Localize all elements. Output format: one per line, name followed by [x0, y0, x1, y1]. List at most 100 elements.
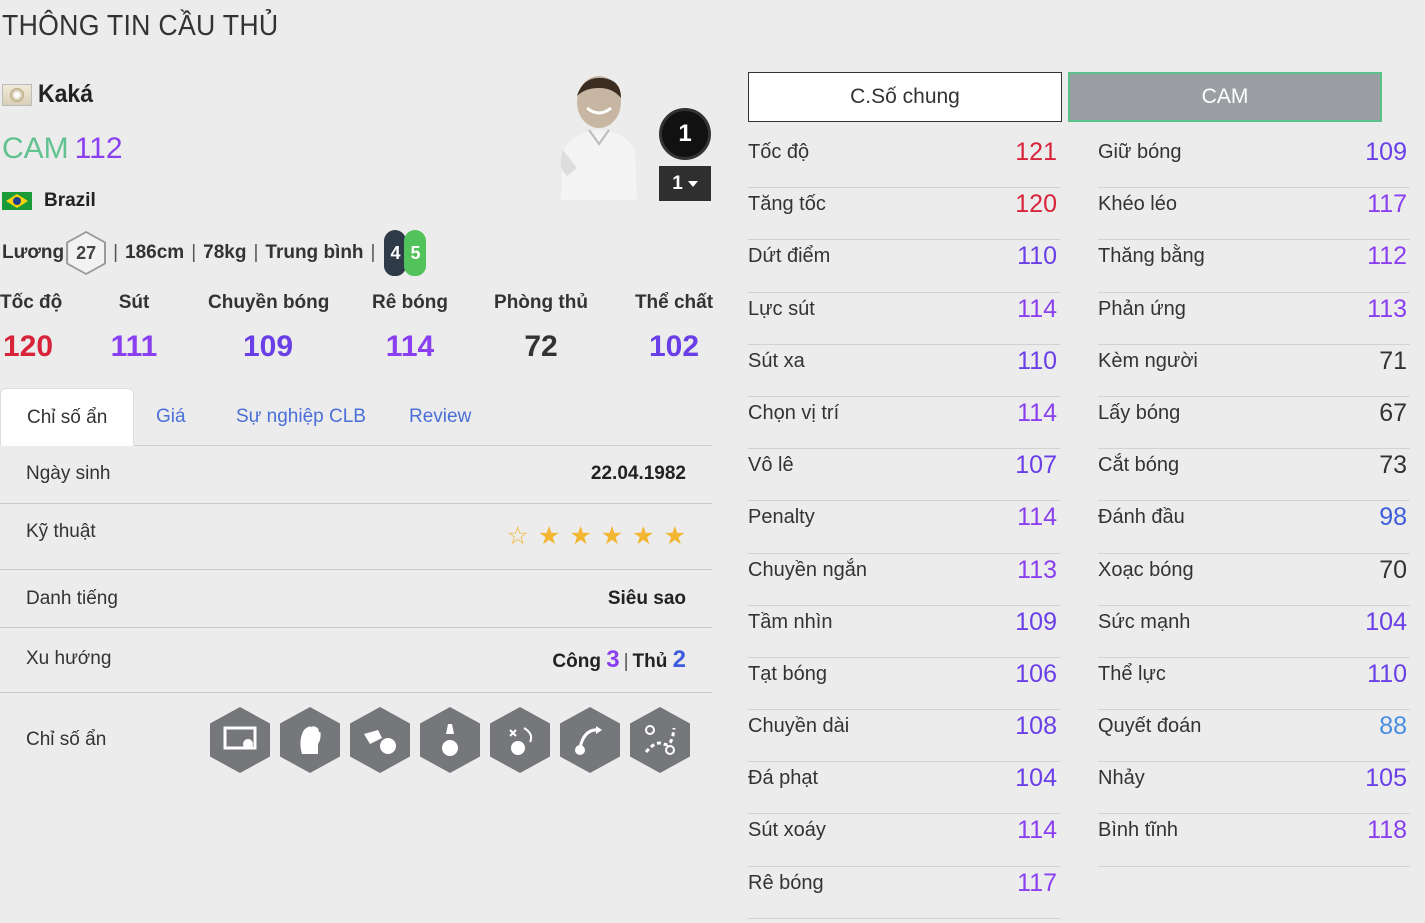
stats-column-left: Tốc độ 121 Tăng tốc 120 Dứt điểm 110 Lực sút 11… [748, 136, 1060, 919]
stat-value: 114 [1017, 398, 1057, 427]
summary-shooting: Sút 111 [110, 292, 158, 363]
stat-value: 109 [1365, 138, 1407, 166]
stat-value: 109 [1015, 607, 1057, 636]
salary-badge: 27 [66, 231, 107, 275]
speed-dribbler-icon[interactable] [350, 707, 410, 773]
foot-rating: 4 5 [384, 230, 427, 276]
work-rate-label: Xu hướng [26, 648, 112, 669]
stat-value: 114 [1017, 294, 1057, 323]
summary-passing: Chuyền bóng 109 [208, 292, 330, 363]
grade-dropdown[interactable]: 1 [659, 166, 711, 201]
stat-row: Thăng bằng 112 [1098, 240, 1410, 293]
left-foot-icon: 4 [384, 230, 407, 276]
stat-value: 114 [1017, 816, 1057, 845]
stat-value: 108 [1015, 712, 1057, 741]
long-shot-icon[interactable] [560, 707, 620, 773]
technical-dribbler-icon[interactable] [490, 707, 550, 773]
stat-name: Chuyền ngắn [748, 558, 867, 581]
stat-value: 88 [1379, 712, 1407, 741]
tab-position-stats[interactable]: CAM [1068, 72, 1382, 122]
tab-review[interactable]: Review [409, 388, 471, 446]
power-header-icon[interactable] [420, 707, 480, 773]
stat-row: Bình tĩnh 118 [1098, 814, 1410, 867]
stat-row: Quyết đoán 88 [1098, 710, 1410, 763]
stat-name: Rê bóng [748, 871, 824, 894]
summary-physical: Thể chất 102 [634, 292, 714, 363]
playmaker-icon[interactable] [630, 707, 690, 773]
grade-badge: 1 [659, 108, 711, 160]
fame-value: Siêu sao [607, 588, 686, 609]
stat-value: 113 [1367, 294, 1407, 323]
stat-value: 117 [1367, 190, 1407, 219]
stat-row: Vô lê 107 [748, 449, 1060, 502]
fame-label: Danh tiếng [26, 588, 118, 609]
stat-row: Rê bóng 117 [748, 867, 1060, 919]
stat-value: 98 [1379, 503, 1407, 532]
stat-name: Lấy bóng [1098, 401, 1181, 424]
stat-value: 104 [1365, 607, 1407, 636]
stat-row: Cắt bóng 73 [1098, 449, 1410, 502]
stat-row: Dứt điểm 110 [748, 240, 1060, 293]
stat-row: Thể lực 110 [1098, 658, 1410, 711]
stat-name: Quyết đoán [1098, 715, 1202, 738]
star-empty-icon: ☆ [506, 522, 529, 550]
stat-row: Đánh đầu 98 [1098, 501, 1410, 554]
finesse-shot-icon[interactable] [210, 707, 270, 773]
stat-row: Xoạc bóng 70 [1098, 554, 1410, 606]
stat-value: 110 [1017, 346, 1057, 375]
stat-row: Nhảy 105 [1098, 762, 1410, 815]
stat-value: 114 [1017, 503, 1057, 532]
stat-row: Kèm người 71 [1098, 345, 1410, 397]
stat-row: Penalty 114 [748, 501, 1060, 554]
stat-name: Dứt điểm [748, 245, 831, 268]
tab-club-career[interactable]: Sự nghiệp CLB [236, 388, 366, 446]
work-rate-value: Công 3 | Thủ 2 [552, 646, 686, 673]
stat-name: Lực sút [748, 297, 815, 320]
trait-icons [210, 707, 690, 773]
stat-value: 71 [1379, 346, 1407, 375]
nation-name: Brazil [44, 190, 96, 211]
stat-value: 121 [1015, 138, 1057, 166]
skill-label: Kỹ thuật [26, 521, 96, 542]
stat-row: Lực sút 114 [748, 293, 1060, 345]
summary-dribbling: Rê bóng 114 [372, 292, 448, 363]
tab-general-stats[interactable]: C.Số chung [748, 72, 1062, 122]
stat-name: Chọn vị trí [748, 401, 840, 424]
caret-down-icon [687, 180, 698, 187]
tab-hidden-stats[interactable]: Chỉ số ẩn [0, 388, 135, 446]
stats-column-right: Giữ bóng 109 Khéo léo 117 Thăng bằng 112 Phản … [1098, 136, 1410, 867]
player-weight: 78kg [203, 242, 247, 263]
flair-icon[interactable] [280, 707, 340, 773]
stat-row: Giữ bóng 109 [1098, 136, 1410, 189]
stat-row: Đá phạt 104 [748, 762, 1060, 815]
salary-value: 27 [76, 242, 97, 263]
player-position: CAM [2, 132, 69, 165]
stat-name: Kèm người [1098, 349, 1198, 372]
stat-name: Giữ bóng [1098, 141, 1182, 163]
stat-row: Tăng tốc 120 [748, 188, 1060, 241]
stat-value: 106 [1015, 659, 1057, 688]
summary-speed: Tốc độ 120 [0, 292, 63, 363]
stat-name: Xoạc bóng [1098, 558, 1194, 581]
star-icon: ★ [663, 522, 686, 550]
stat-name: Tạt bóng [748, 662, 827, 685]
star-icon: ★ [600, 522, 624, 550]
tab-price[interactable]: Giá [156, 388, 186, 446]
stat-value: 73 [1379, 451, 1407, 480]
stat-name: Vô lê [748, 454, 794, 477]
stat-value: 118 [1367, 816, 1407, 845]
stat-name: Penalty [748, 506, 815, 529]
detail-skill: Kỹ thuật ☆ ★ ★ ★ ★ ★ [0, 504, 712, 570]
stat-name: Tăng tốc [748, 193, 826, 216]
star-icon: ★ [569, 522, 592, 550]
stat-row: Sút xoáy 114 [748, 814, 1060, 867]
stat-value: 120 [1015, 190, 1057, 219]
player-overall: 112 [74, 132, 123, 165]
star-icon: ★ [537, 522, 561, 550]
star-icon: ★ [632, 522, 655, 550]
detail-traits: Chỉ số ẩn [0, 693, 712, 793]
stat-name: Phản ứng [1098, 297, 1186, 320]
detail-work-rate: Xu hướng Công 3 | Thủ 2 [0, 628, 712, 693]
player-info-row: Lương 27 | 186cm | 78kg | Trung bình | 4… [2, 230, 427, 276]
stat-row: Sức mạnh 104 [1098, 606, 1410, 658]
